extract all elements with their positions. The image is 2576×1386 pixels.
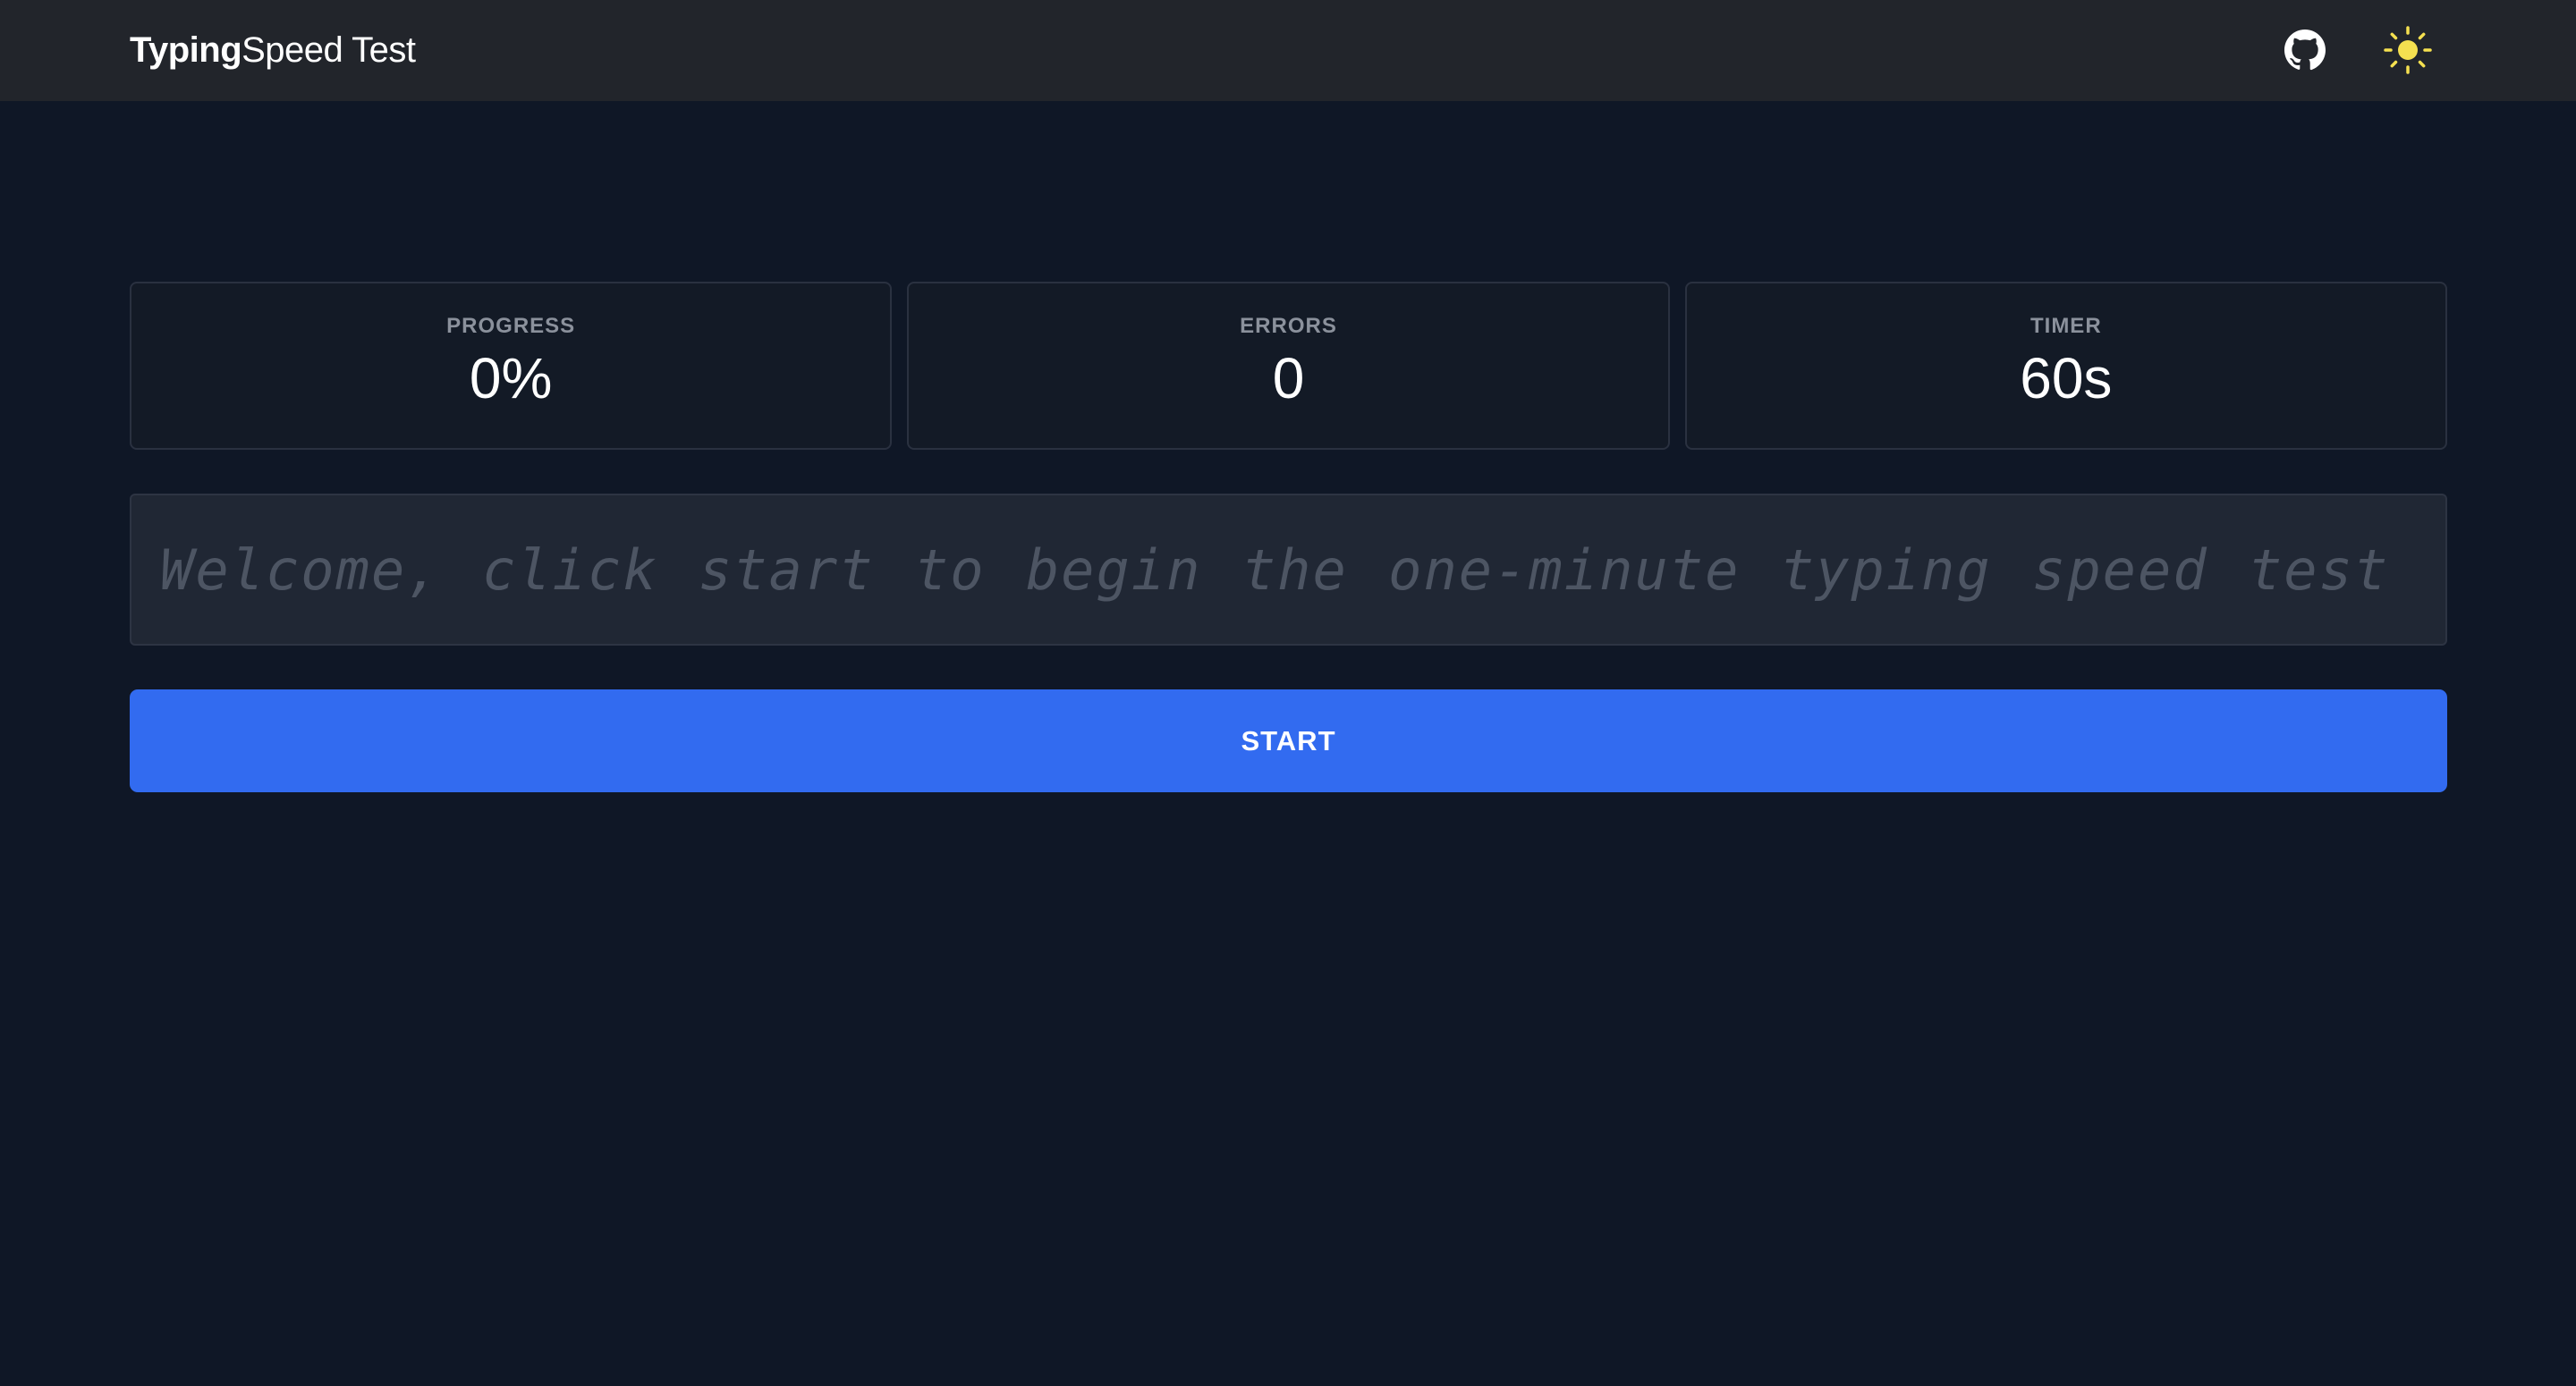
errors-card: ERRORS 0 [907,282,1670,450]
errors-label: ERRORS [1240,314,1337,338]
errors-value: 0 [1272,346,1305,410]
github-icon-svg [2284,30,2326,71]
github-icon[interactable] [2276,21,2334,79]
progress-label: PROGRESS [446,314,576,338]
stats-row: PROGRESS 0% ERRORS 0 TIMER 60s [130,282,2447,450]
typing-placeholder: Welcome, click start to begin the one-mi… [160,537,2390,603]
start-button[interactable]: START [130,689,2447,792]
app-title-bold: Typing [130,30,242,70]
progress-card: PROGRESS 0% [130,282,893,450]
timer-value: 60s [2020,346,2113,410]
typing-text-area[interactable]: Welcome, click start to begin the one-mi… [130,494,2447,646]
progress-value: 0% [469,346,553,410]
app-title: Typing Speed Test [130,0,416,101]
timer-label: TIMER [2029,314,2102,338]
top-navbar: Typing Speed Test [0,0,2576,101]
timer-card: TIMER 60s [1684,282,2447,450]
app-title-normal: Speed Test [242,30,416,70]
sun-icon-svg [2384,26,2432,74]
sun-icon[interactable] [2379,21,2436,79]
